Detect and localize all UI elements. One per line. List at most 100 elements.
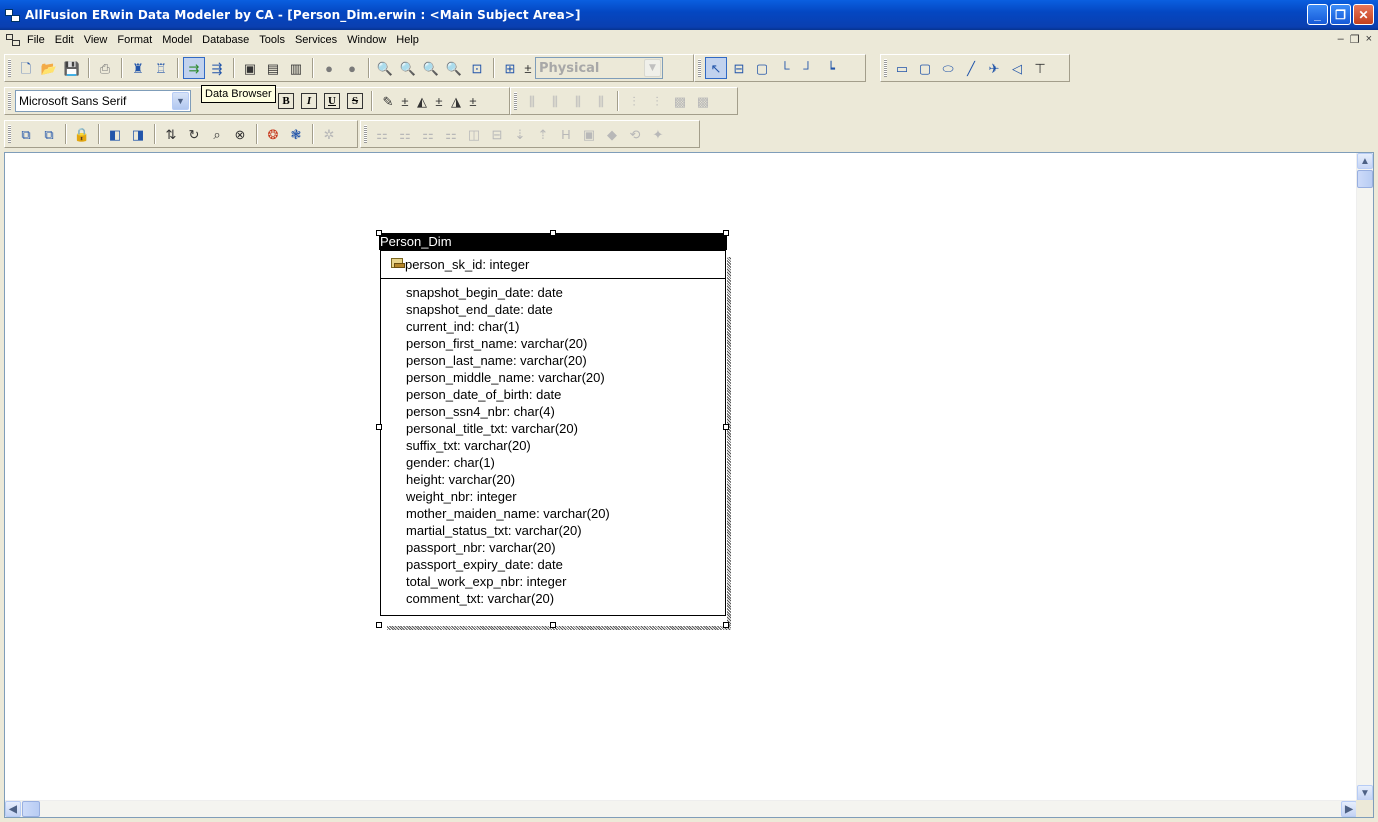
diamond-icon[interactable]: ◆ bbox=[601, 123, 623, 145]
denormalize-icon[interactable]: ⇣ bbox=[509, 123, 531, 145]
attribute-item[interactable]: person_ssn4_nbr: char(4) bbox=[406, 403, 725, 420]
split-entity-icon[interactable]: ▣ bbox=[578, 123, 600, 145]
strikeout-icon[interactable]: S bbox=[344, 90, 366, 112]
horizontal-scroll-thumb[interactable] bbox=[22, 801, 40, 817]
transform-icon[interactable]: ✲ bbox=[318, 123, 340, 145]
zoom-window-icon[interactable]: ⊡ bbox=[466, 57, 488, 79]
attribute-item[interactable]: total_work_exp_nbr: integer bbox=[406, 573, 725, 590]
selection-handle[interactable] bbox=[376, 424, 382, 430]
scroll-left-icon[interactable]: ◀ bbox=[5, 801, 21, 817]
physical-dropdown-icon[interactable]: ± bbox=[522, 57, 534, 79]
menu-window[interactable]: Window bbox=[342, 34, 391, 46]
arrow-shape-icon[interactable]: ✈ bbox=[983, 57, 1005, 79]
selection-handle[interactable] bbox=[550, 230, 556, 236]
scroll-right-icon[interactable]: ▶ bbox=[1341, 801, 1357, 817]
font-color-dropdown-icon[interactable]: ± bbox=[400, 90, 410, 112]
subject-area-icon[interactable]: ⧉ bbox=[38, 123, 60, 145]
vertical-partition-icon[interactable]: ◫ bbox=[463, 123, 485, 145]
menu-file[interactable]: File bbox=[22, 34, 50, 46]
menu-edit[interactable]: Edit bbox=[50, 34, 79, 46]
data-browser-icon[interactable]: ⇉ bbox=[183, 57, 205, 79]
non-identifying-relationship-icon[interactable]: ┕ bbox=[820, 57, 842, 79]
primary-key-area[interactable]: person_sk_id: integer bbox=[381, 251, 725, 279]
zoom-fit-icon[interactable]: 🔍 bbox=[443, 57, 465, 79]
attribute-item[interactable]: personal_title_txt: varchar(20) bbox=[406, 420, 725, 437]
line-color-dropdown-icon[interactable]: ± bbox=[468, 90, 478, 112]
space-evenly-icon[interactable]: ⫶ bbox=[623, 90, 645, 112]
refresh-icon[interactable]: ↻ bbox=[183, 123, 205, 145]
diagram-canvas[interactable]: Person_Dim person_sk_id: integer snapsho… bbox=[4, 152, 1374, 818]
distribute-icon[interactable]: ⫶ bbox=[646, 90, 668, 112]
selection-handle[interactable] bbox=[723, 622, 729, 628]
chevron-down-icon[interactable]: ▼ bbox=[172, 92, 189, 110]
align-center-icon[interactable]: ⫼ bbox=[544, 90, 566, 112]
attribute-level-icon[interactable]: ▤ bbox=[262, 57, 284, 79]
fill-color-icon[interactable]: ◭ bbox=[411, 90, 433, 112]
ellipse-shape-icon[interactable]: ⬭ bbox=[937, 57, 959, 79]
forward-engineer-icon[interactable]: ● bbox=[318, 57, 340, 79]
attribute-item[interactable]: person_middle_name: varchar(20) bbox=[406, 369, 725, 386]
horizontal-partition-icon[interactable]: ⊟ bbox=[486, 123, 508, 145]
close-button[interactable]: ✕ bbox=[1353, 4, 1374, 25]
print-icon[interactable]: ⎙ bbox=[94, 57, 116, 79]
selection-handle[interactable] bbox=[376, 622, 382, 628]
rectangle-shape-icon[interactable]: ▭ bbox=[891, 57, 913, 79]
align-right-icon[interactable]: ⫼ bbox=[567, 90, 589, 112]
model-properties-icon[interactable]: ⧉ bbox=[15, 123, 37, 145]
physical-logical-toggle-icon[interactable]: ⊞ bbox=[499, 57, 521, 79]
menu-database[interactable]: Database bbox=[197, 34, 254, 46]
restore-button[interactable]: ❐ bbox=[1330, 4, 1351, 25]
scroll-up-icon[interactable]: ▲ bbox=[1357, 153, 1373, 169]
menu-services[interactable]: Services bbox=[290, 34, 342, 46]
attribute-item[interactable]: weight_nbr: integer bbox=[406, 488, 725, 505]
vertical-scrollbar[interactable]: ▲ ▼ bbox=[1356, 153, 1373, 801]
attribute-item[interactable]: snapshot_begin_date: date bbox=[406, 284, 725, 301]
attribute-item[interactable]: comment_txt: varchar(20) bbox=[406, 590, 725, 607]
bring-front-icon[interactable]: ▩ bbox=[669, 90, 691, 112]
italic-icon[interactable]: I bbox=[298, 90, 320, 112]
open-model-icon[interactable]: 📂 bbox=[38, 57, 60, 79]
selection-handle[interactable] bbox=[723, 230, 729, 236]
attribute-item[interactable]: passport_nbr: varchar(20) bbox=[406, 539, 725, 556]
text-block-icon[interactable]: ⊤ bbox=[1029, 57, 1051, 79]
complete-compare-icon[interactable]: ⇅ bbox=[160, 123, 182, 145]
menu-help[interactable]: Help bbox=[391, 34, 424, 46]
rolldown-icon[interactable]: ⚏ bbox=[440, 123, 462, 145]
mart-open-icon[interactable]: ◧ bbox=[104, 123, 126, 145]
lock-icon[interactable]: 🔒 bbox=[71, 123, 93, 145]
save-icon[interactable]: 💾 bbox=[61, 57, 83, 79]
security-icon[interactable]: ❃ bbox=[285, 123, 307, 145]
horizontal-scrollbar[interactable]: ◀ ▶ bbox=[5, 800, 1357, 817]
rollup-icon[interactable]: ⚏ bbox=[417, 123, 439, 145]
attribute-item[interactable]: mother_maiden_name: varchar(20) bbox=[406, 505, 725, 522]
bold-icon[interactable]: B bbox=[275, 90, 297, 112]
mart-save-icon[interactable]: ◨ bbox=[127, 123, 149, 145]
chevron-down-icon[interactable]: ▼ bbox=[644, 59, 661, 77]
zoom-normal-icon[interactable]: 🔍 bbox=[420, 57, 442, 79]
transform-settings-icon[interactable]: ✦ bbox=[647, 123, 669, 145]
menu-view[interactable]: View bbox=[79, 34, 113, 46]
attribute-item[interactable]: gender: char(1) bbox=[406, 454, 725, 471]
report-builder-icon[interactable]: ♖ bbox=[150, 57, 172, 79]
category-tool-icon[interactable]: ▢ bbox=[751, 57, 773, 79]
menu-tools[interactable]: Tools bbox=[254, 34, 290, 46]
vertical-scroll-thumb[interactable] bbox=[1357, 170, 1373, 188]
align-top-icon[interactable]: ⫼ bbox=[590, 90, 612, 112]
menu-format[interactable]: Format bbox=[112, 34, 157, 46]
entity-person-dim[interactable]: Person_Dim person_sk_id: integer snapsho… bbox=[376, 230, 731, 630]
users-icon[interactable]: ❂ bbox=[262, 123, 284, 145]
align-left-icon[interactable]: ⫼ bbox=[521, 90, 543, 112]
zoom-in-icon[interactable]: 🔍 bbox=[374, 57, 396, 79]
entity-tool-icon[interactable]: ⊟ bbox=[728, 57, 750, 79]
attribute-item[interactable]: person_last_name: varchar(20) bbox=[406, 352, 725, 369]
pointer-tool-icon[interactable]: ↖ bbox=[705, 57, 727, 79]
document-icon[interactable] bbox=[6, 34, 20, 46]
zoom-out-icon[interactable]: 🔍 bbox=[397, 57, 419, 79]
line-shape-icon[interactable]: ╱ bbox=[960, 57, 982, 79]
fill-color-dropdown-icon[interactable]: ± bbox=[434, 90, 444, 112]
view-mode-select[interactable]: Physical ▼ bbox=[535, 57, 663, 79]
subtype-icon[interactable]: ⚏ bbox=[394, 123, 416, 145]
font-color-icon[interactable]: ✎ bbox=[377, 90, 399, 112]
definition-level-icon[interactable]: ▥ bbox=[285, 57, 307, 79]
supertype-icon[interactable]: ⚏ bbox=[371, 123, 393, 145]
